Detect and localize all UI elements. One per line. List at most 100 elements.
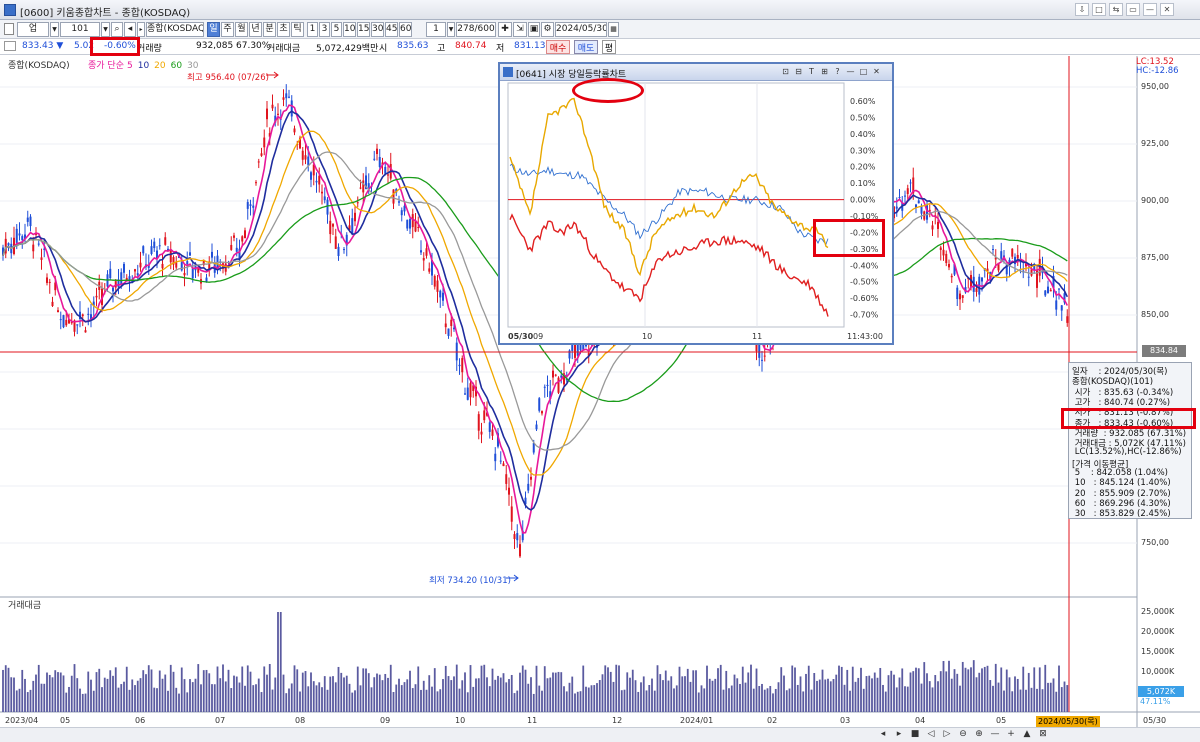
scroll-right-icon[interactable]: ▸ — [893, 729, 905, 739]
volume-bar — [714, 678, 717, 712]
candle-body — [26, 217, 29, 222]
volume-bar — [939, 671, 942, 712]
add-indicator-icon[interactable]: ✚ — [498, 22, 512, 37]
search-icon[interactable]: ⌕ — [111, 22, 123, 37]
candle-body — [186, 261, 189, 265]
candle-body — [48, 281, 51, 283]
intraday-change-popup[interactable]: [0641] 시장 당일등락률차트 ⊡⊟T⊞?—□✕ 종합(KOSPI)종합(K… — [498, 62, 894, 345]
volume-bar — [480, 665, 483, 712]
popup-pin-icon[interactable]: ⊡ — [780, 66, 791, 77]
popup-grid-icon[interactable]: ⊞ — [819, 66, 830, 77]
popup-minimize-icon[interactable]: — — [845, 66, 856, 77]
prev-icon[interactable]: ◁ — [925, 729, 937, 739]
volume-bar — [263, 666, 266, 712]
minute-button-60[interactable]: 60 — [399, 22, 412, 37]
tab-period-0[interactable]: 일 — [207, 22, 220, 37]
volume-bar — [568, 682, 571, 712]
candle-body — [304, 155, 307, 160]
candle-body — [447, 328, 450, 336]
code-dropdown-icon[interactable]: ▼ — [101, 22, 110, 37]
sell-button[interactable]: 매도 — [574, 40, 598, 54]
candle-body — [406, 219, 409, 229]
minute-button-15[interactable]: 15 — [357, 22, 370, 37]
zoom-slider[interactable]: — — [989, 729, 1001, 739]
restore-icon[interactable]: □ — [1092, 3, 1106, 16]
candle-body — [266, 108, 268, 120]
volume-bar — [780, 667, 783, 712]
volume-bar — [497, 675, 499, 712]
code-input[interactable]: 101 — [60, 22, 100, 37]
buy-button[interactable]: 매수 — [546, 40, 570, 54]
count-dropdown-icon[interactable]: ▼ — [447, 22, 455, 37]
popup-help-icon[interactable]: ? — [832, 66, 843, 77]
minute-button-10[interactable]: 10 — [343, 22, 356, 37]
minute-button-1[interactable]: 1 — [307, 22, 318, 37]
next-item-icon[interactable]: ▸ — [137, 22, 145, 37]
highlight-box-close — [1061, 408, 1196, 429]
volume-bar — [400, 685, 403, 712]
average-button[interactable]: 평 — [602, 40, 616, 54]
popup-layout-icon[interactable]: ⊟ — [793, 66, 804, 77]
tab-period-2[interactable]: 월 — [235, 22, 248, 37]
candle-body — [961, 295, 964, 298]
volume-bar — [967, 669, 970, 712]
stop-icon[interactable]: ■ — [909, 729, 921, 739]
prev-item-icon[interactable]: ◂ — [124, 22, 136, 37]
intraday-chart[interactable]: 0.60%0.50%0.40%0.30%0.20%0.10%0.00%-0.10… — [500, 81, 892, 343]
volume-bar — [604, 665, 607, 712]
up-icon[interactable]: ▲ — [1021, 729, 1033, 739]
tab-period-5[interactable]: 초 — [277, 22, 290, 37]
window-controls: ⇩ □ ⇆ ▭ — ✕ — [1075, 3, 1174, 16]
x-tick-label: 10 — [455, 716, 466, 725]
volume-bar — [843, 684, 846, 712]
minimize-all-icon[interactable]: ⇩ — [1075, 3, 1089, 16]
tab-period-6[interactable]: 틱 — [291, 22, 304, 37]
minute-button-5[interactable]: 5 — [331, 22, 342, 37]
swap-icon[interactable]: ⇆ — [1109, 3, 1123, 16]
volume-bar — [455, 664, 458, 712]
minute-button-45[interactable]: 45 — [385, 22, 398, 37]
tab-period-4[interactable]: 분 — [263, 22, 276, 37]
gear-icon[interactable]: ⚙ — [541, 22, 554, 37]
volume-bar — [997, 682, 1000, 712]
popup-titlebar[interactable]: [0641] 시장 당일등락률차트 ⊡ ⊟ T ⊞? — □ ✕ — [500, 64, 892, 81]
save-icon[interactable]: ▣ — [528, 22, 540, 37]
volume-bar — [381, 680, 384, 712]
popup-text-icon[interactable]: T — [806, 66, 817, 77]
popup-close-icon[interactable]: ✕ — [871, 66, 882, 77]
volume-bar — [1060, 687, 1063, 712]
scroll-left-icon[interactable]: ◂ — [877, 729, 889, 739]
x-tick-label: 08 — [295, 716, 306, 725]
volume-bar — [92, 690, 95, 712]
popup-maximize-icon[interactable]: □ — [858, 66, 869, 77]
chart-scrollbar[interactable]: ◂ ▸ ■ ◁ ▷ ⊖ ⊕ — + ▲ ⊠ — [0, 727, 1200, 742]
tab-period-1[interactable]: 주 — [221, 22, 234, 37]
minute-button-30[interactable]: 30 — [371, 22, 384, 37]
close-icon[interactable]: ✕ — [1160, 3, 1174, 16]
volume-pane-label: 거래대금 — [8, 601, 42, 611]
calendar-icon[interactable]: ▦ — [608, 22, 619, 37]
volume-bar — [13, 677, 15, 712]
date-input[interactable]: 2024/05/30 — [555, 22, 607, 37]
settings-icon[interactable]: ⊠ — [1037, 729, 1049, 739]
maximize-icon[interactable]: ▭ — [1126, 3, 1140, 16]
info-toggle-icon[interactable] — [4, 41, 16, 51]
volume-bar — [1005, 669, 1008, 712]
volume-bar — [532, 693, 535, 712]
zoom-plus-icon[interactable]: + — [1005, 729, 1017, 739]
next-icon[interactable]: ▷ — [941, 729, 953, 739]
candle-body — [62, 315, 65, 328]
chevron-down-icon[interactable]: ▼ — [50, 22, 59, 37]
volume-bar — [255, 684, 257, 712]
minute-button-3[interactable]: 3 — [319, 22, 330, 37]
zoom-in-icon[interactable]: ⊕ — [973, 729, 985, 739]
volume-bar — [354, 690, 356, 712]
minimize-icon[interactable]: — — [1143, 3, 1157, 16]
lock-icon[interactable] — [4, 23, 14, 35]
cursor-mode-icon[interactable]: ⇲ — [513, 22, 527, 37]
tab-period-3[interactable]: 년 — [249, 22, 262, 37]
volume-bar — [788, 688, 791, 712]
market-select[interactable]: 업 — [17, 22, 49, 37]
count-input[interactable]: 1 — [426, 22, 446, 37]
zoom-out-icon[interactable]: ⊖ — [957, 729, 969, 739]
